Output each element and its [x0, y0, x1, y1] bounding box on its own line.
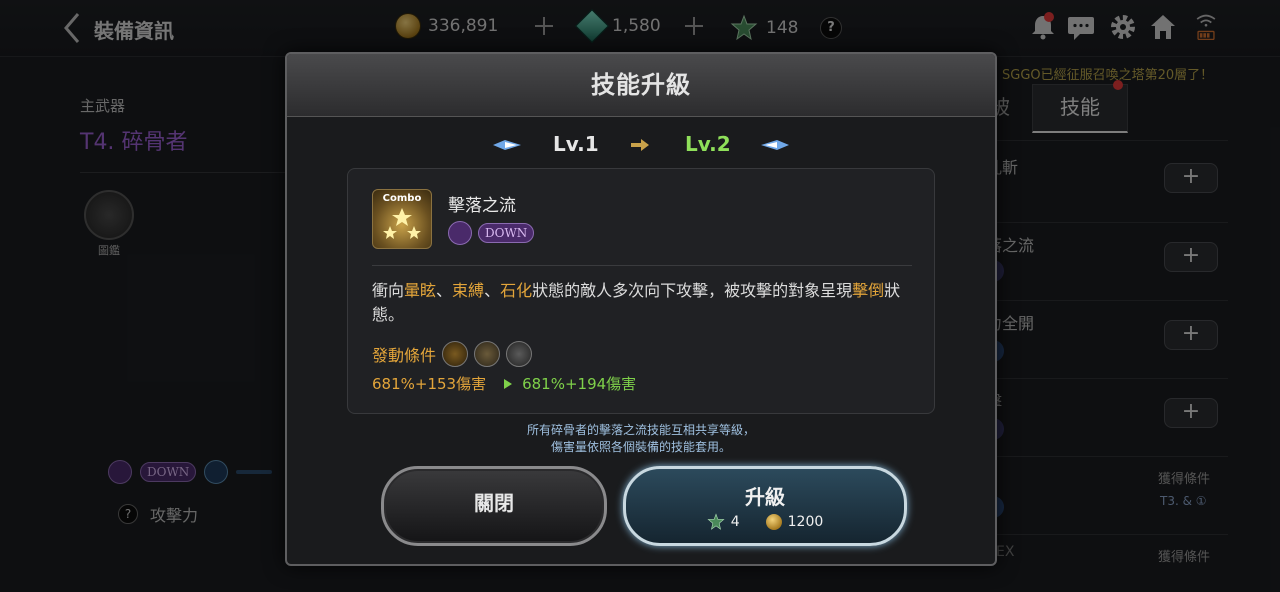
skill-upgrade-dialog: 技能升級 Lv.1 Lv.2 Combo 擊落之流 DOWN 衝向暈眩、束縛、石… [285, 52, 997, 566]
right-wing-icon [761, 140, 789, 150]
petrify-condition-icon [506, 341, 533, 367]
card-divider [372, 265, 912, 266]
arrow-right-icon [631, 139, 649, 151]
shared-level-note: 所有碎骨者的擊落之流技能互相共享等級， 傷害量依照各個裝備的技能套用。 [287, 422, 995, 456]
desc-text: 衝向 [372, 281, 405, 300]
damage-change: 681%+153傷害 681%+194傷害 [372, 373, 636, 394]
down-badge: DOWN [478, 223, 535, 243]
desc-text: 、 [436, 281, 453, 300]
gold-cost: 1200 [787, 514, 824, 530]
skill-badges: DOWN [448, 221, 535, 245]
current-level: Lv.1 [553, 132, 599, 156]
stun-condition-icon [442, 341, 469, 367]
star-stone-icon [707, 513, 725, 530]
desc-highlight: 石化 [500, 281, 533, 300]
next-damage: 681%+194傷害 [522, 375, 637, 393]
upgrade-cost: 4 1200 [626, 513, 904, 531]
close-button[interactable]: 關閉 [381, 466, 607, 546]
star-triangle-icon [383, 208, 421, 239]
combo-label: Combo [382, 193, 422, 204]
desc-highlight: 擊倒 [852, 281, 885, 300]
trigger-condition: 發動條件 [372, 341, 533, 367]
trigger-label: 發動條件 [372, 346, 437, 365]
desc-text: 、 [484, 281, 501, 300]
left-wing-icon [493, 140, 521, 150]
dialog-title: 技能升級 [591, 71, 691, 99]
note-line-2: 傷害量依照各個裝備的技能套用。 [550, 440, 731, 454]
close-label: 關閉 [474, 491, 514, 515]
next-level: Lv.2 [685, 132, 731, 156]
bind-condition-icon [474, 341, 501, 367]
desc-text: 狀態的敵人多次向下攻擊，被攻擊的對象呈現 [532, 281, 853, 300]
arrow-right-icon [504, 378, 513, 389]
upgrade-label: 升級 [745, 485, 785, 509]
level-change-row: Lv.1 Lv.2 [287, 130, 995, 160]
skill-name: 擊落之流 [448, 196, 516, 216]
desc-highlight: 暈眩 [404, 281, 437, 300]
star-cost: 4 [730, 514, 740, 530]
upgrade-button[interactable]: 升級 4 1200 [623, 466, 907, 546]
skill-description: 衝向暈眩、束縛、石化狀態的敵人多次向下攻擊，被攻擊的對象呈現擊倒狀態。 [372, 279, 917, 327]
desc-highlight: 束縛 [452, 281, 485, 300]
note-line-1: 所有碎骨者的擊落之流技能互相共享等級， [526, 423, 755, 437]
gold-coin-icon [765, 514, 782, 530]
down-type-icon [448, 221, 472, 245]
current-damage: 681%+153傷害 [372, 375, 487, 393]
combo-skill-icon: Combo [372, 189, 432, 249]
skill-card: Combo 擊落之流 DOWN 衝向暈眩、束縛、石化狀態的敵人多次向下攻擊，被攻… [347, 168, 935, 414]
